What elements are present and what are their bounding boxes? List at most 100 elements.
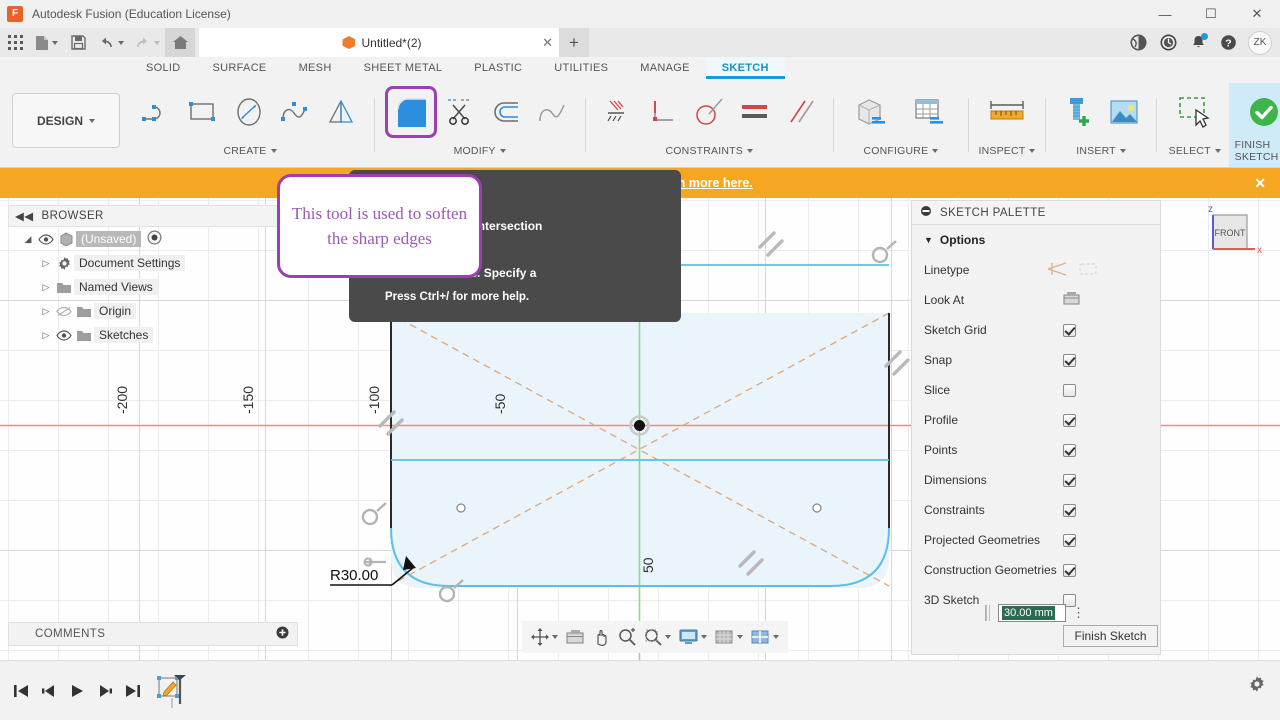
circle-tool[interactable] [228, 87, 272, 137]
chevron-down-icon[interactable] [499, 149, 506, 153]
tangent-constraint[interactable] [687, 87, 731, 137]
chevron-down-icon[interactable] [552, 635, 558, 639]
finish-sketch-check-icon[interactable] [1236, 87, 1280, 137]
play-button[interactable] [64, 677, 89, 705]
expand-arrow-icon[interactable]: ▷ [38, 282, 54, 293]
tab-sheet-metal[interactable]: SHEET METAL [348, 57, 459, 79]
job-status-icon[interactable] [1154, 28, 1182, 57]
dimensions-checkbox[interactable] [1063, 473, 1076, 487]
chevron-down-icon[interactable] [1119, 149, 1126, 153]
help-icon[interactable]: ? [1214, 28, 1242, 57]
view-cube[interactable]: FRONT z x [1195, 203, 1265, 273]
visibility-eye-icon[interactable] [54, 329, 74, 341]
undo-icon[interactable] [93, 28, 129, 57]
tab-sketch[interactable]: SKETCH [705, 57, 785, 79]
comments-bar[interactable]: COMMENTS [8, 622, 298, 646]
banner-close-icon[interactable]: ✕ [1254, 168, 1266, 198]
restore-icon[interactable]: ☐ [1188, 0, 1234, 28]
construction-geometries-checkbox[interactable] [1063, 563, 1076, 577]
expand-arrow-icon[interactable]: ▷ [38, 330, 54, 341]
visibility-eye-icon[interactable] [36, 233, 56, 245]
line-tool[interactable] [136, 87, 180, 137]
avatar[interactable]: ZK [1248, 30, 1272, 55]
chevron-down-icon[interactable] [701, 635, 707, 639]
app-grid-icon[interactable] [0, 28, 30, 57]
insert-canvas-icon[interactable] [1102, 87, 1146, 137]
linetype-normal-icon[interactable] [1046, 261, 1068, 280]
chevron-down-icon[interactable] [665, 635, 671, 639]
workspace-selector[interactable]: DESIGN [12, 93, 120, 148]
equal-constraint[interactable] [733, 87, 777, 137]
sketch-palette-header[interactable]: SKETCH PALETTE [912, 201, 1160, 225]
step-forward-button[interactable] [92, 677, 117, 705]
perpendicular-constraint[interactable] [641, 87, 685, 137]
projected-geometries-checkbox[interactable] [1063, 533, 1076, 547]
chevron-down-icon[interactable] [1029, 149, 1036, 153]
minimize-icon[interactable]: — [1142, 0, 1188, 28]
go-to-beginning-button[interactable] [8, 677, 33, 705]
break-tool[interactable] [531, 87, 575, 137]
palette-option-dimensions[interactable]: Dimensions [912, 465, 1160, 495]
select-window-icon[interactable] [1167, 87, 1223, 137]
sketch-feature-icon[interactable] [156, 674, 190, 708]
palette-option-constraints[interactable]: Constraints [912, 495, 1160, 525]
browser-item-sketches[interactable]: ▷ Sketches [8, 323, 298, 347]
linetype-construction-icon[interactable] [1078, 261, 1098, 280]
orbit-icon[interactable] [528, 624, 561, 650]
save-icon[interactable] [63, 28, 93, 57]
viewports-icon[interactable] [748, 624, 782, 650]
tab-close-icon[interactable]: ✕ [542, 35, 553, 51]
palette-option-slice[interactable]: Slice [912, 375, 1160, 405]
browser-item-unsaved[interactable]: ◢ (Unsaved) [8, 227, 298, 251]
add-tab-button[interactable]: + [559, 28, 589, 57]
palette-option-linetype[interactable]: Linetype [912, 255, 1160, 285]
browser-item-document-settings[interactable]: ▷ Document Settings [8, 251, 298, 275]
chevron-down-icon[interactable] [270, 149, 277, 153]
look-at-icon[interactable] [563, 624, 587, 650]
document-tab[interactable]: Untitled*(2) ✕ [199, 28, 559, 57]
measure-icon[interactable] [979, 87, 1035, 137]
palette-option-projected-geometries[interactable]: Projected Geometries [912, 525, 1160, 555]
offset-tool[interactable] [485, 87, 529, 137]
palette-option-profile[interactable]: Profile [912, 405, 1160, 435]
constraints-checkbox[interactable] [1063, 503, 1076, 517]
home-icon[interactable] [165, 28, 195, 57]
look-at-icon[interactable] [1063, 291, 1080, 309]
chevron-down-icon[interactable] [932, 149, 939, 153]
expand-arrow-icon[interactable]: ▷ [38, 306, 54, 317]
chevron-down-icon[interactable] [746, 149, 753, 153]
fix-unfix-constraint[interactable] [595, 87, 639, 137]
pan-icon[interactable] [589, 624, 613, 650]
spline-tool[interactable] [274, 87, 318, 137]
grid-snaps-icon[interactable] [712, 624, 746, 650]
tab-plastic[interactable]: PLASTIC [458, 57, 538, 79]
zoom-icon[interactable] [615, 624, 639, 650]
expand-arrow-icon[interactable]: ▷ [38, 258, 54, 269]
fit-icon[interactable] [641, 624, 674, 650]
rectangle-tool[interactable] [182, 87, 226, 137]
fillet-tool[interactable] [384, 86, 437, 138]
display-settings-icon[interactable] [676, 624, 710, 650]
browser-header[interactable]: ◀◀ BROWSER [8, 205, 298, 227]
finish-sketch-button[interactable]: Finish Sketch [1063, 625, 1158, 647]
ribbon-group-finish-sketch[interactable]: FINISH SKETCH [1228, 83, 1280, 167]
chevron-down-icon[interactable] [773, 635, 779, 639]
palette-option-snap[interactable]: Snap [912, 345, 1160, 375]
expand-arrow-icon[interactable]: ◢ [20, 234, 36, 245]
settings-gear-icon[interactable] [1248, 675, 1266, 698]
activate-component-radio[interactable] [147, 230, 162, 248]
snap-checkbox[interactable] [1063, 353, 1076, 367]
panel-grip-icon[interactable] [920, 205, 932, 220]
parallel-constraint[interactable] [779, 87, 823, 137]
trim-tool[interactable] [439, 87, 483, 137]
slice-checkbox[interactable] [1063, 383, 1076, 397]
add-comment-icon[interactable] [276, 626, 289, 642]
chevron-down-icon[interactable]: ▼ [924, 235, 933, 245]
step-back-button[interactable] [36, 677, 61, 705]
points-checkbox[interactable] [1063, 443, 1076, 457]
configuration-table-icon[interactable] [902, 87, 958, 137]
chevron-down-icon[interactable] [1214, 149, 1221, 153]
mirror-tool[interactable] [320, 87, 364, 137]
palette-option-sketch-grid[interactable]: Sketch Grid [912, 315, 1160, 345]
chevron-down-icon[interactable] [737, 635, 743, 639]
